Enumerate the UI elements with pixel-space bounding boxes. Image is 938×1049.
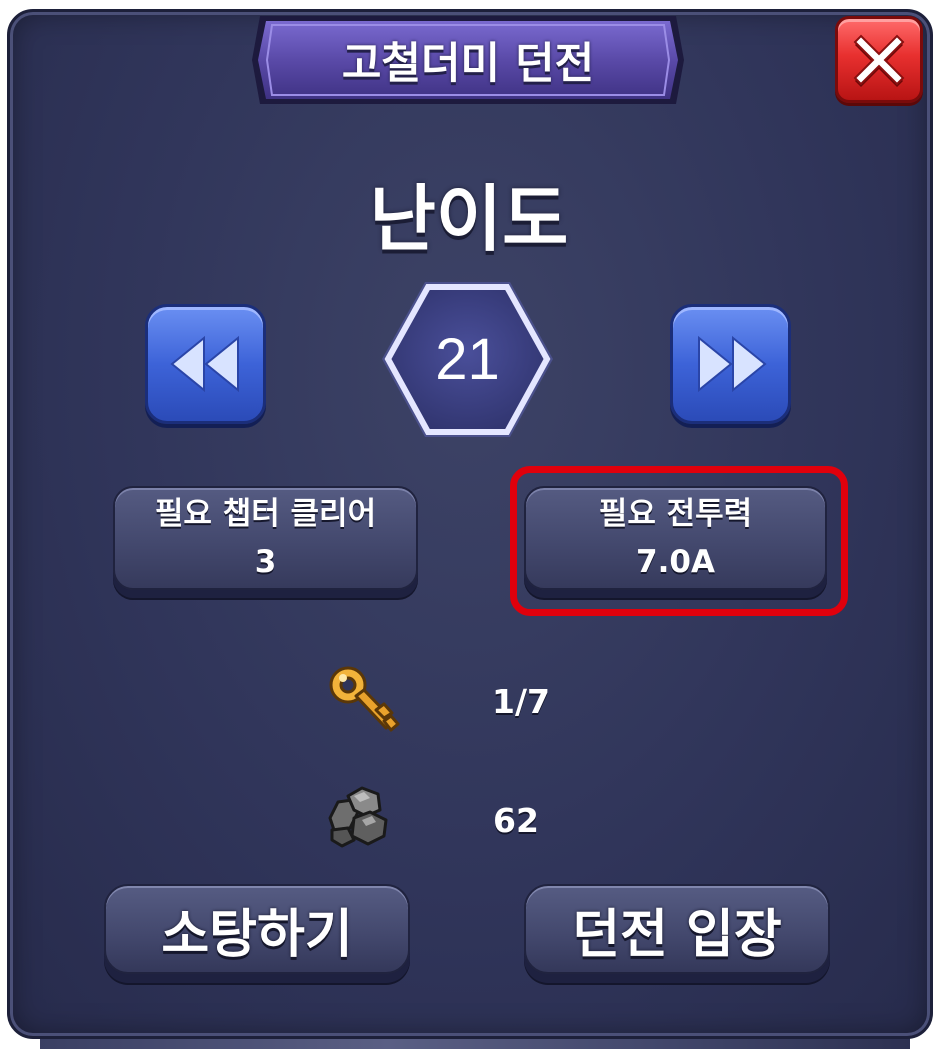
scrap-count: 62 xyxy=(493,801,539,840)
enter-dungeon-button[interactable]: 던전 입장 xyxy=(524,884,830,974)
prev-difficulty-button[interactable] xyxy=(145,304,266,424)
required-chapter-label: 필요 챕터 클리어 xyxy=(154,496,377,532)
double-chevron-right-icon xyxy=(697,335,767,393)
required-chapter-panel: 필요 챕터 클리어 3 xyxy=(113,486,418,590)
gold-key-icon xyxy=(329,666,400,732)
next-difficulty-button[interactable] xyxy=(670,304,791,424)
double-chevron-left-icon xyxy=(169,335,239,393)
dialog-title: 고철더미 던전 xyxy=(341,39,595,89)
difficulty-label: 난이도 xyxy=(369,177,569,261)
sweep-button[interactable]: 소탕하기 xyxy=(104,884,410,974)
close-button[interactable] xyxy=(835,16,923,103)
close-x-icon xyxy=(853,34,905,87)
difficulty-level-value: 21 xyxy=(435,327,500,392)
highlight-box xyxy=(510,466,848,616)
difficulty-level-hexagon: 21 xyxy=(375,272,560,447)
key-count: 1/7 xyxy=(492,682,550,721)
scrap-ore-icon xyxy=(328,786,388,848)
required-chapter-value: 3 xyxy=(254,544,277,580)
title-banner: 고철더미 던전 xyxy=(250,14,686,106)
